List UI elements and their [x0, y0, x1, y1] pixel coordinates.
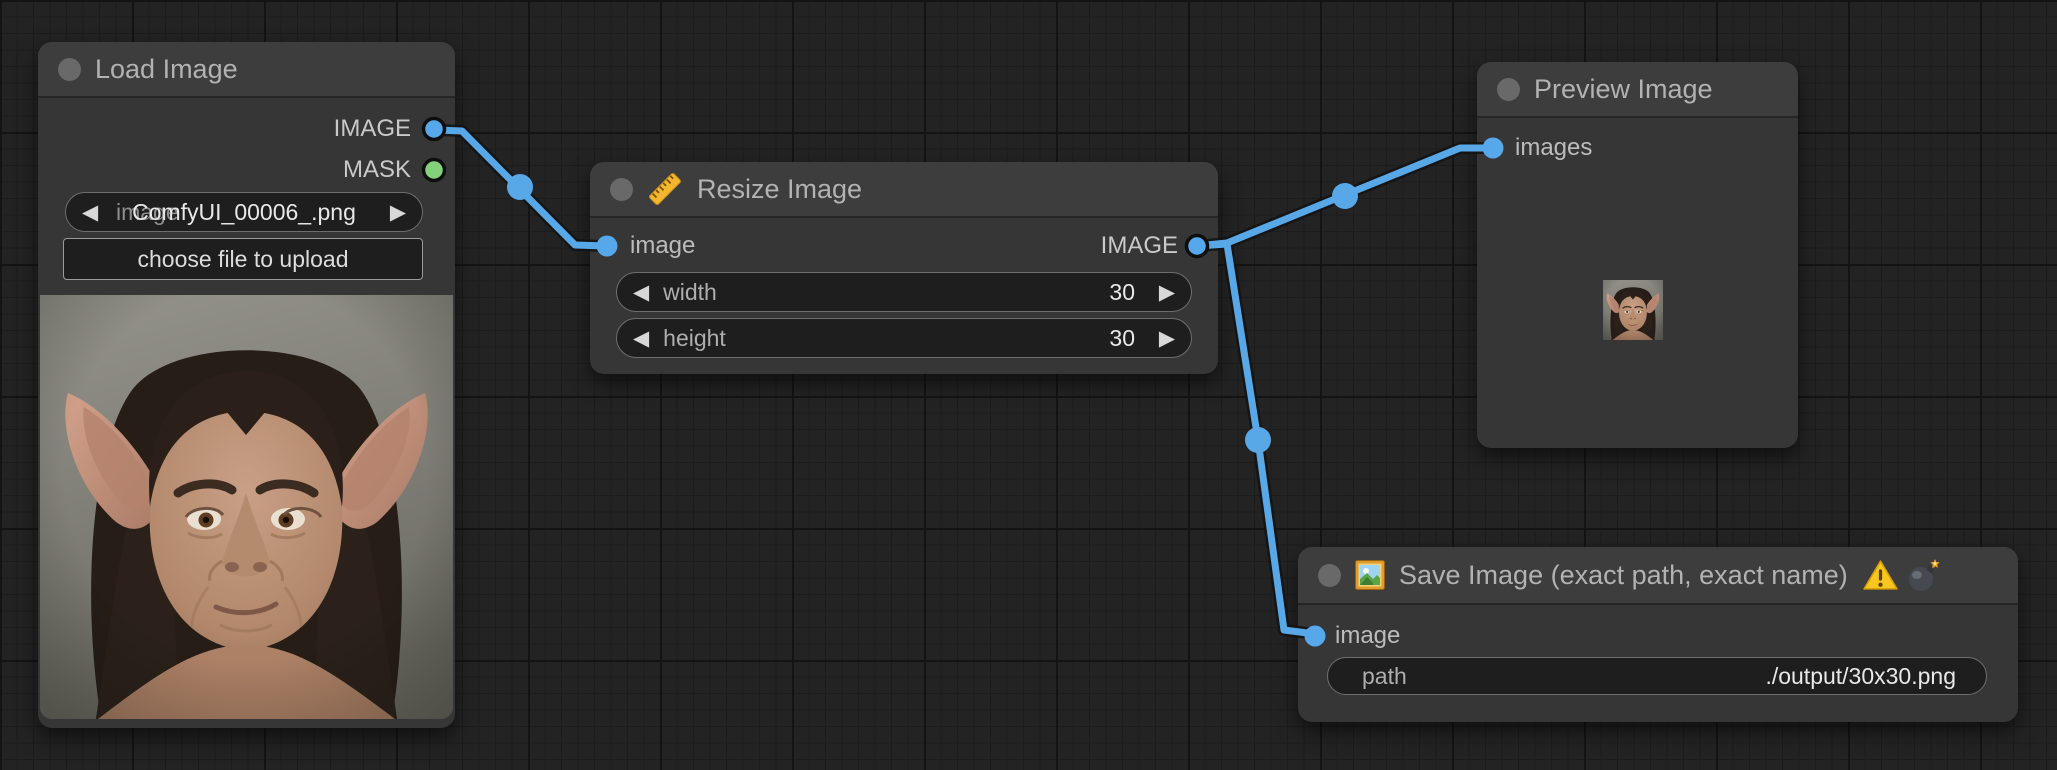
link-load-to-resize	[437, 130, 607, 246]
bomb-icon	[1907, 558, 1941, 592]
node-save-image-titlebar[interactable]: Save Image (exact path, exact name)	[1298, 547, 2018, 605]
height-decrement-arrow-icon[interactable]: ◀	[633, 328, 649, 349]
node-resize-image[interactable]: Resize Image image IMAGE ◀ width 30 ▶ ◀ …	[590, 162, 1218, 374]
warning-icon	[1862, 559, 1899, 592]
choose-file-button[interactable]: choose file to upload	[63, 238, 423, 280]
link-midpoint-dot[interactable]	[1245, 427, 1271, 453]
loaded-image-preview	[40, 295, 453, 719]
node-resize-image-titlebar[interactable]: Resize Image	[590, 162, 1218, 218]
height-increment-arrow-icon[interactable]: ▶	[1159, 328, 1175, 349]
collapse-dot[interactable]	[610, 178, 633, 201]
input-label-images: images	[1515, 134, 1592, 162]
node-load-image[interactable]: Load Image IMAGE MASK ◀ image ComfyUI_00…	[38, 42, 455, 728]
link-midpoint-dot[interactable]	[507, 174, 533, 200]
link-resize-to-preview	[1197, 148, 1493, 246]
image-combo-widget[interactable]: ◀ image ComfyUI_00006_.png ▶	[65, 192, 423, 232]
node-save-image[interactable]: Save Image (exact path, exact name) imag…	[1298, 547, 2018, 722]
result-thumbnail	[1603, 280, 1663, 340]
ruler-icon	[647, 171, 683, 207]
combo-widget-value: ComfyUI_00006_.png	[66, 199, 422, 226]
height-widget-value: 30	[1109, 325, 1135, 352]
width-widget-label: width	[663, 279, 717, 306]
node-preview-image-titlebar[interactable]: Preview Image	[1477, 62, 1798, 118]
node-preview-image[interactable]: Preview Image images	[1477, 62, 1798, 448]
width-increment-arrow-icon[interactable]: ▶	[1159, 282, 1175, 303]
node-load-image-titlebar[interactable]: Load Image	[38, 42, 455, 98]
node-title: Preview Image	[1534, 74, 1713, 105]
width-widget-value: 30	[1109, 279, 1135, 306]
collapse-dot[interactable]	[1497, 78, 1520, 101]
width-number-widget[interactable]: ◀ width 30 ▶	[616, 272, 1192, 312]
height-number-widget[interactable]: ◀ height 30 ▶	[616, 318, 1192, 358]
height-widget-label: height	[663, 325, 726, 352]
collapse-dot[interactable]	[58, 58, 81, 81]
path-widget-label: path	[1362, 663, 1407, 690]
output-label-image: IMAGE	[1101, 232, 1178, 260]
node-graph-canvas[interactable]: Load Image IMAGE MASK ◀ image ComfyUI_00…	[0, 0, 2057, 770]
framed-picture-icon	[1355, 560, 1385, 590]
link-midpoint-dot[interactable]	[1332, 183, 1358, 209]
path-widget-value: ./output/30x30.png	[1765, 663, 1956, 690]
width-decrement-arrow-icon[interactable]: ◀	[633, 282, 649, 303]
output-label-mask: MASK	[343, 156, 411, 184]
input-label-image: image	[1335, 622, 1400, 650]
node-title: Save Image (exact path, exact name)	[1399, 560, 1848, 591]
output-label-image: IMAGE	[334, 115, 411, 143]
collapse-dot[interactable]	[1318, 564, 1341, 587]
path-text-widget[interactable]: path ./output/30x30.png	[1327, 657, 1987, 695]
input-label-image: image	[630, 232, 695, 260]
node-title: Load Image	[95, 54, 238, 85]
node-title: Resize Image	[697, 174, 862, 205]
